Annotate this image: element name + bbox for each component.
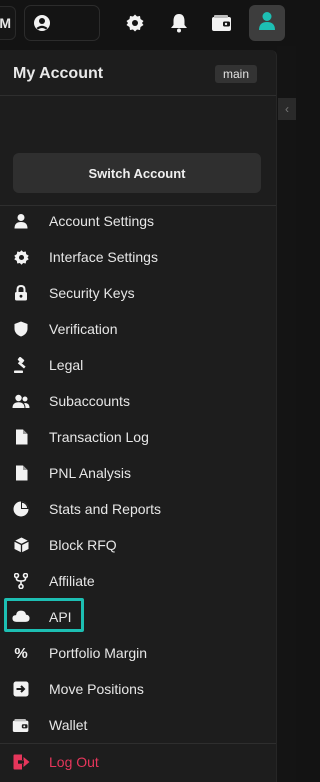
user-icon <box>12 212 30 230</box>
menu-item-portfolio-margin[interactable]: % Portfolio Margin <box>0 635 276 671</box>
shield-icon <box>12 320 30 338</box>
pie-chart-icon <box>12 500 30 518</box>
gavel-icon <box>12 356 30 374</box>
instrument-button[interactable]: M <box>0 6 16 40</box>
menu-item-label: Move Positions <box>49 681 144 697</box>
avatar-button[interactable] <box>249 5 285 41</box>
menu-item-label: Stats and Reports <box>49 501 162 517</box>
percent-icon: % <box>14 644 28 662</box>
account-badge: main <box>215 65 258 83</box>
menu-item-transaction-log[interactable]: Transaction Log <box>0 419 276 455</box>
menu-item-label: Verification <box>49 321 118 337</box>
menu-item-label: Transaction Log <box>49 429 149 445</box>
file-icon <box>12 428 30 446</box>
background-page <box>277 46 296 782</box>
menu-item-label: Interface Settings <box>49 249 158 265</box>
menu-item-security-keys[interactable]: Security Keys <box>0 275 276 311</box>
menu-item-wallet[interactable]: Wallet <box>0 707 276 743</box>
panel-title: My Account <box>13 65 104 82</box>
avatar-icon <box>258 11 276 36</box>
divider <box>0 95 276 96</box>
account-selector[interactable] <box>24 5 100 41</box>
top-bar: M <box>0 0 296 46</box>
chevron-left-icon[interactable]: ‹ <box>278 98 296 120</box>
menu-item-label: Block RFQ <box>49 537 117 553</box>
lock-icon <box>12 284 30 302</box>
menu-item-label: Security Keys <box>49 285 135 301</box>
menu-item-move-positions[interactable]: Move Positions <box>0 671 276 707</box>
cloud-icon <box>12 607 30 625</box>
move-icon <box>12 680 30 698</box>
menu-item-block-rfq[interactable]: Block RFQ <box>0 527 276 563</box>
menu-item-account-settings[interactable]: Account Settings <box>0 203 276 239</box>
menu-item-label: Subaccounts <box>49 393 130 409</box>
file-icon <box>12 464 30 482</box>
gear-icon[interactable] <box>123 11 147 35</box>
menu-item-api[interactable]: API <box>4 598 84 632</box>
cube-icon <box>12 536 30 554</box>
menu-item-label: API <box>49 609 72 625</box>
menu-item-label: Account Settings <box>49 213 155 229</box>
bell-icon[interactable] <box>167 11 191 35</box>
switch-account-button[interactable]: Switch Account <box>13 153 261 193</box>
fork-icon <box>12 572 30 590</box>
user-circle-icon <box>33 14 51 37</box>
menu-item-interface-settings[interactable]: Interface Settings <box>0 239 276 275</box>
menu-item-pnl-analysis[interactable]: PNL Analysis <box>0 455 276 491</box>
menu-item-label: Wallet <box>49 717 88 733</box>
menu-item-affiliate[interactable]: Affiliate <box>0 563 276 599</box>
wallet-icon <box>12 716 30 734</box>
logout-icon <box>12 753 30 771</box>
gear-icon <box>12 248 30 266</box>
menu-item-label: Legal <box>49 357 84 373</box>
users-icon <box>12 392 30 410</box>
menu-item-subaccounts[interactable]: Subaccounts <box>0 383 276 419</box>
menu-item-verification[interactable]: Verification <box>0 311 276 347</box>
menu-item-label: Portfolio Margin <box>49 645 148 661</box>
logout-button[interactable]: Log Out <box>0 744 276 780</box>
logout-label: Log Out <box>49 754 99 770</box>
menu-item-stats-and-reports[interactable]: Stats and Reports <box>0 491 276 527</box>
wallet-icon[interactable] <box>210 11 234 35</box>
menu-item-legal[interactable]: Legal <box>0 347 276 383</box>
menu-item-label: Affiliate <box>49 573 95 589</box>
menu-item-label: PNL Analysis <box>49 465 131 481</box>
